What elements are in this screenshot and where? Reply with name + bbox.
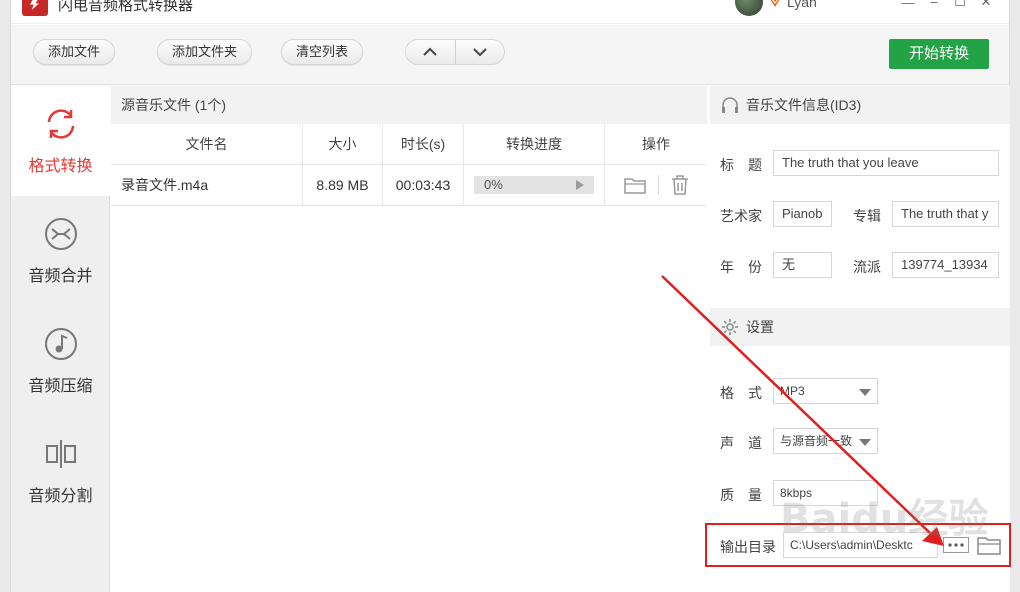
id3-section-header: 音乐文件信息(ID3): [710, 86, 1010, 124]
action-divider: [657, 175, 659, 195]
id3-title: 音乐文件信息(ID3): [746, 97, 862, 113]
file-size-cell: 8.89 MB: [303, 165, 383, 205]
close-icon[interactable]: ✕: [975, 0, 997, 12]
open-folder-icon[interactable]: [623, 176, 646, 194]
sidebar-item-audio-merge[interactable]: 音频合并: [11, 196, 110, 306]
minimize-icon[interactable]: —: [897, 0, 919, 12]
sidebar-item-label: 格式转换: [28, 158, 93, 175]
clear-list-button[interactable]: 清空列表: [281, 39, 364, 65]
chevron-up-icon: [423, 47, 437, 56]
title-label: 标 题: [720, 157, 762, 173]
album-field[interactable]: The truth that y: [892, 201, 999, 227]
refresh-icon: [47, 109, 75, 139]
move-down-button[interactable]: [454, 40, 505, 64]
channel-label: 声 道: [720, 435, 762, 451]
progress-text: 0%: [484, 177, 503, 192]
sidebar-item-audio-split[interactable]: 音频分割: [11, 416, 110, 526]
file-name-cell: 录音文件.m4a: [111, 165, 303, 205]
progress-bar: 0%: [474, 176, 594, 194]
toolbar: 添加文件 添加文件夹 清空列表 开始转换: [11, 25, 1009, 85]
chevron-down-icon: [859, 439, 871, 446]
add-file-button[interactable]: 添加文件: [33, 39, 116, 65]
user-name[interactable]: Lyan: [787, 0, 817, 10]
genre-field[interactable]: 139774_13934: [892, 252, 999, 278]
column-header-actions: 操作: [642, 136, 670, 152]
headphones-icon: [722, 97, 738, 113]
title-bar: 闪电音频格式转换器 Lyan — − ☐ ✕: [11, 0, 1009, 24]
actions-cell: [605, 165, 707, 205]
add-folder-button[interactable]: 添加文件夹: [157, 39, 253, 65]
sidebar-item-label: 音频压缩: [28, 378, 93, 395]
year-label: 年 份: [720, 259, 762, 275]
channel-select[interactable]: 与源音频一致: [773, 428, 878, 454]
album-label: 专辑: [853, 208, 881, 224]
table-row[interactable]: 录音文件.m4a 8.89 MB 00:03:43 0%: [111, 165, 707, 206]
sidebar-item-audio-compress[interactable]: 音频压缩: [11, 306, 110, 416]
chevron-down-icon: [473, 48, 487, 57]
column-header-name[interactable]: 文件名: [111, 124, 303, 164]
quality-value: 8kbps: [780, 486, 813, 500]
gear-icon: [722, 319, 738, 335]
maximize-icon[interactable]: ☐: [949, 0, 971, 12]
play-icon[interactable]: [576, 180, 584, 190]
move-buttons: [405, 39, 505, 65]
info-panel: 音乐文件信息(ID3) 标 题 The truth that you leave…: [710, 86, 1010, 592]
app-title: 闪电音频格式转换器: [58, 0, 194, 14]
delete-icon[interactable]: [671, 175, 689, 195]
chevron-down-icon: [859, 389, 871, 396]
column-header-progress: 转换进度: [464, 124, 605, 164]
vip-badge-icon: [770, 0, 780, 7]
channel-value: 与源音频一致: [780, 434, 853, 448]
file-list-header: 源音乐文件 (1个): [111, 86, 707, 124]
sidebar-item-label: 音频合并: [28, 268, 93, 285]
move-up-button[interactable]: [406, 40, 455, 64]
progress-cell: 0%: [464, 165, 605, 205]
settings-title: 设置: [746, 319, 774, 335]
restore-icon[interactable]: −: [923, 0, 945, 12]
format-value: MP3: [780, 384, 805, 398]
sidebar: 格式转换 音频合并 音频压缩 音频分割: [11, 86, 110, 592]
table-header-row: 文件名 大小 时长(s) 转换进度 操作: [111, 124, 707, 165]
artist-field[interactable]: Pianob: [773, 201, 832, 227]
music-note-icon: [45, 328, 77, 360]
app-logo-icon: [22, 0, 48, 16]
sidebar-item-format-convert[interactable]: 格式转换: [11, 86, 110, 196]
format-label: 格 式: [720, 385, 762, 401]
year-field[interactable]: 无: [773, 252, 832, 278]
annotation-highlight-box: [705, 523, 1011, 567]
merge-icon: [45, 218, 77, 250]
quality-select[interactable]: 8kbps: [773, 480, 878, 506]
start-convert-button[interactable]: 开始转换: [889, 39, 989, 69]
avatar[interactable]: [735, 0, 763, 16]
file-table: 文件名 大小 时长(s) 转换进度 操作 录音文件.m4a 8.89 MB 00…: [111, 124, 707, 206]
settings-section-header: 设置: [710, 308, 1010, 346]
column-header-size[interactable]: 大小: [303, 124, 383, 164]
quality-label: 质 量: [720, 487, 762, 503]
artist-label: 艺术家: [720, 208, 762, 224]
format-select[interactable]: MP3: [773, 378, 878, 404]
split-icon: [46, 440, 76, 468]
sidebar-item-label: 音频分割: [28, 488, 93, 505]
app-window: 闪电音频格式转换器 Lyan — − ☐ ✕ 添加文件 添加文件夹 清空列表 开…: [10, 0, 1010, 592]
title-field[interactable]: The truth that you leave: [773, 150, 999, 176]
column-header-duration[interactable]: 时长(s): [383, 124, 464, 164]
file-duration-cell: 00:03:43: [383, 165, 464, 205]
genre-label: 流派: [853, 259, 881, 275]
file-list-panel: 源音乐文件 (1个) 文件名 大小 时长(s) 转换进度 操作 录音文件.m4a…: [111, 86, 707, 592]
